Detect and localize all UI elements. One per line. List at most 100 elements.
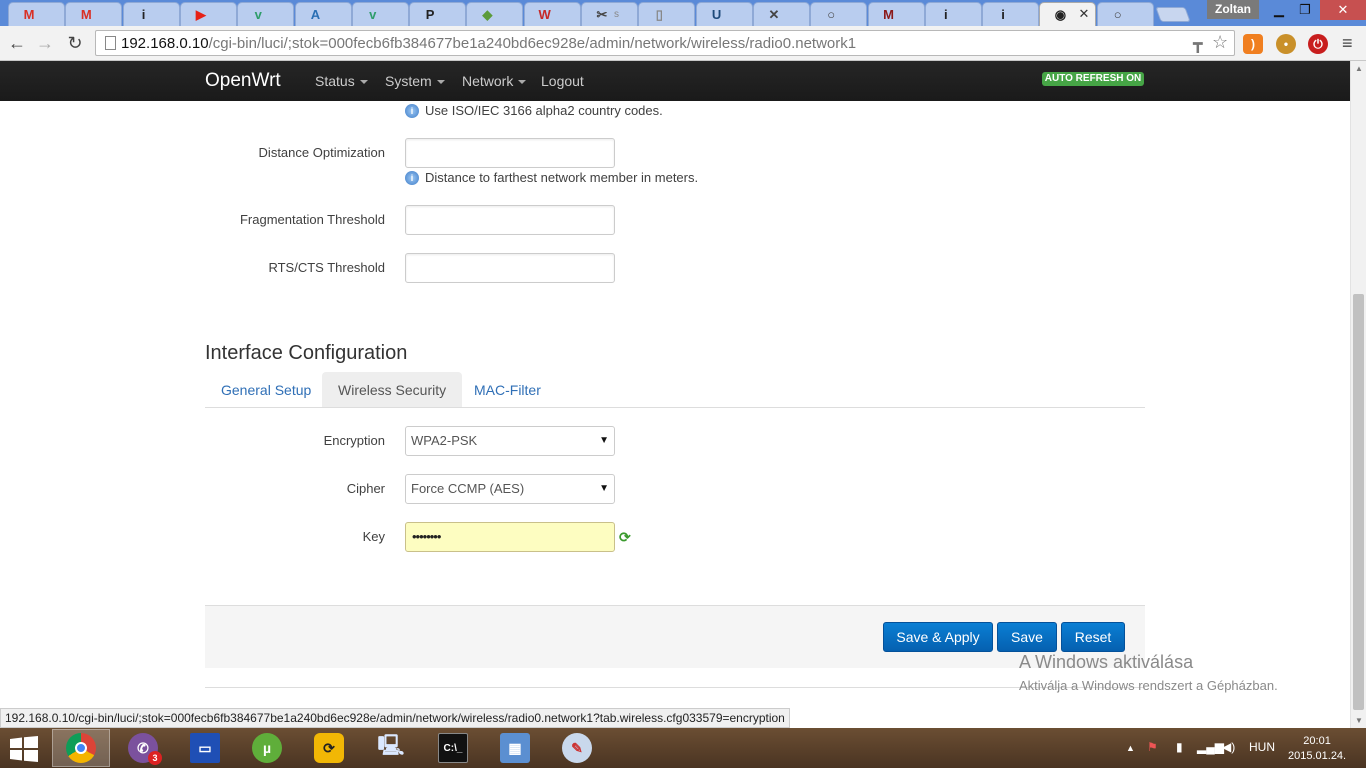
tab-title: s [614, 9, 619, 20]
tray-expand-icon[interactable]: ▲ [1126, 743, 1135, 753]
browser-tab[interactable]: P [409, 2, 467, 26]
brand-logo[interactable]: OpenWrt [205, 70, 281, 92]
reload-button[interactable]: ↻ [63, 31, 87, 55]
address-bar[interactable]: 192.168.0.10/cgi-bin/luci/;stok=000fecb6… [95, 30, 1235, 56]
menu-icon[interactable]: ≡ [1342, 33, 1353, 54]
taskbar-sync[interactable]: ⟳ [300, 729, 358, 767]
menu-system[interactable]: System [385, 73, 445, 89]
minimize-button[interactable]: ▁ [1265, 0, 1293, 20]
page-icon [105, 36, 116, 50]
save-button[interactable]: Save [997, 622, 1057, 652]
browser-tab[interactable]: i [924, 2, 982, 26]
maps-icon: ◆ [482, 6, 493, 22]
browser-tab[interactable]: i [982, 2, 1040, 26]
battery-icon[interactable]: ▮ [1176, 740, 1183, 754]
encryption-value: WPA2-PSK [411, 433, 478, 448]
browser-tab[interactable]: i [122, 2, 180, 26]
taskbar-viber[interactable]: ✆ 3 [114, 729, 172, 767]
tab-general-setup[interactable]: General Setup [205, 372, 327, 408]
browser-tab[interactable]: M [867, 2, 925, 26]
scroll-up-icon[interactable]: ▲ [1355, 64, 1363, 73]
openwrt-icon: ◉ [1054, 6, 1067, 22]
browser-tab[interactable]: M [65, 2, 123, 26]
star-icon[interactable]: ☆ [1212, 32, 1228, 53]
document-icon: ▯ [655, 6, 663, 22]
browser-tab[interactable]: ✕ [752, 2, 810, 26]
angular-icon: A [310, 7, 321, 22]
windows-taskbar: ✆ 3 ▭ µ ⟳ 🖳 C:\_ ▦ ✎ ▲ ⚑ ▮ ▂▄▆ ◀) HUN 20:… [0, 728, 1366, 768]
distance-input[interactable] [405, 138, 615, 168]
page-scrollbar[interactable]: ▲ ▼ [1350, 61, 1366, 728]
menu-status-label: Status [315, 73, 355, 89]
browser-tab[interactable]: ▯ [638, 2, 696, 26]
save-apply-button[interactable]: Save & Apply [883, 622, 993, 652]
back-button[interactable]: ← [5, 31, 29, 55]
browser-tab[interactable]: M [8, 2, 65, 26]
menu-logout[interactable]: Logout [541, 73, 584, 89]
browser-tab[interactable]: ✂ s [581, 2, 638, 26]
fragmentation-input[interactable] [405, 205, 615, 235]
taskbar-control-panel[interactable]: ▦ [486, 729, 544, 767]
rss-icon[interactable]: ) [1243, 34, 1263, 54]
adblock-icon[interactable]: ⏻ [1308, 34, 1328, 54]
url-text[interactable]: 192.168.0.10/cgi-bin/luci/;stok=000fecb6… [121, 35, 856, 52]
browser-tab[interactable]: ▶ [179, 2, 237, 26]
browser-tab[interactable]: ○ [1096, 2, 1154, 26]
taskbar-utorrent[interactable]: µ [238, 729, 296, 767]
info-icon: i [1001, 7, 1005, 22]
browser-tab[interactable]: ◆ [466, 2, 524, 26]
browser-tab[interactable]: W [523, 2, 581, 26]
search-icon: ○ [827, 7, 836, 22]
vue-icon: v [369, 7, 377, 22]
encryption-select[interactable]: WPA2-PSK ▼ [405, 426, 615, 456]
taskbar-chrome[interactable] [52, 729, 110, 767]
taskbar-paint[interactable]: ✎ [548, 729, 606, 767]
windows-start-icon[interactable] [10, 736, 38, 762]
dropdown-arrow-icon: ▼ [599, 435, 609, 446]
clock-time: 20:01 [1303, 735, 1331, 747]
menu-status[interactable]: Status [315, 73, 368, 89]
reset-button[interactable]: Reset [1061, 622, 1125, 652]
cookie-icon[interactable]: • [1276, 34, 1296, 54]
scrollbar-thumb[interactable] [1353, 294, 1364, 710]
close-tab-icon[interactable]: ✕ [1078, 6, 1089, 22]
browser-tab[interactable]: A [294, 2, 352, 26]
menu-network[interactable]: Network [462, 73, 527, 89]
taskbar-network-tool[interactable]: 🖳 [362, 729, 420, 767]
browser-tab[interactable]: v [351, 2, 409, 26]
distance-label: Distance Optimization [258, 145, 385, 160]
taskbar-cmd[interactable]: C:\_ [424, 729, 482, 767]
signal-icon[interactable]: ▂▄▆ [1197, 740, 1224, 754]
tab-wireless-security[interactable]: Wireless Security [322, 372, 463, 408]
taskbar-floppy[interactable]: ▭ [176, 729, 234, 767]
browser-tab[interactable]: U [695, 2, 753, 26]
clock[interactable]: 20:01 2015.01.24. [1288, 734, 1346, 764]
action-center-flag-icon[interactable]: ⚑ [1147, 740, 1158, 754]
youtube-icon: ▶ [195, 6, 206, 22]
rts-cts-label: RTS/CTS Threshold [268, 260, 385, 275]
rts-cts-input[interactable] [405, 253, 615, 283]
profile-button[interactable]: Zoltan [1207, 0, 1259, 19]
key-password-input[interactable]: •••••••• [405, 522, 615, 552]
reload-icon: ↻ [67, 32, 83, 53]
caret-down-icon [436, 80, 445, 85]
distance-hint: i Distance to farthest network member in … [405, 170, 698, 185]
tab-mac-filter[interactable]: MAC-Filter [458, 372, 557, 408]
activation-title: A Windows aktiválása [1019, 652, 1194, 672]
forward-button[interactable]: → [33, 31, 57, 55]
restore-button[interactable]: ❐ [1291, 0, 1319, 20]
browser-tab[interactable]: v [237, 2, 295, 26]
viber-icon: ✆ 3 [128, 733, 162, 765]
auto-refresh-badge[interactable]: AUTO REFRESH ON [1042, 72, 1144, 86]
reveal-password-icon[interactable]: ⟳ [619, 529, 631, 546]
browser-tab[interactable]: ◉ ✕ [1039, 2, 1097, 26]
scroll-down-icon[interactable]: ▼ [1355, 716, 1363, 725]
volume-icon[interactable]: ◀) [1222, 740, 1235, 754]
browser-tab[interactable]: ○ [810, 2, 868, 26]
pin-icon[interactable]: ┳ [1193, 34, 1203, 54]
cipher-select[interactable]: Force CCMP (AES) ▼ [405, 474, 615, 504]
close-window-button[interactable]: ✕ [1320, 0, 1366, 20]
new-tab-button[interactable] [1155, 7, 1191, 22]
network-computer-icon: 🖳 [377, 735, 405, 757]
language-indicator[interactable]: HUN [1249, 740, 1275, 754]
